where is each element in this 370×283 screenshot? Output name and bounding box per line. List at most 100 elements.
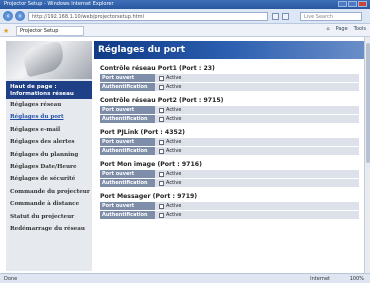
window-titlebar: Projector Setup - Windows Internet Explo… bbox=[0, 0, 370, 9]
row-value: Active bbox=[155, 211, 359, 219]
sidebar-menu: Réglages réseau Réglages du port Réglages … bbox=[6, 99, 92, 235]
vertical-scrollbar[interactable] bbox=[364, 37, 370, 273]
row-value: Active bbox=[155, 106, 359, 114]
row-value: Active bbox=[155, 202, 359, 210]
sidebar-item[interactable]: Réglages e-mail bbox=[6, 124, 92, 136]
row-value: Active bbox=[155, 147, 359, 155]
port-section: Port Messager (Port : 9719) Port ouvert Ac… bbox=[94, 193, 364, 219]
active-checkbox[interactable] bbox=[159, 180, 164, 186]
active-label: Active bbox=[166, 139, 182, 145]
active-label: Active bbox=[166, 116, 182, 122]
sidebar-item[interactable]: Redémarrage du réseau bbox=[6, 223, 92, 235]
port-open-row: Port ouvert Active bbox=[100, 170, 364, 178]
active-label: Active bbox=[166, 148, 182, 154]
security-zone: Internet bbox=[310, 276, 330, 282]
port-open-row: Port ouvert Active bbox=[100, 106, 364, 114]
sidebar-item[interactable]: Commande du projecteur bbox=[6, 186, 92, 198]
zoom-level[interactable]: 100% bbox=[350, 276, 364, 282]
authentication-row: Authentification Active bbox=[100, 115, 364, 123]
section-title: Contrôle réseau Port1 (Port : 23) bbox=[100, 65, 215, 72]
search-input[interactable]: Live Search bbox=[300, 12, 362, 21]
port-open-row: Port ouvert Active bbox=[100, 138, 364, 146]
active-label: Active bbox=[166, 180, 182, 186]
section-title: Contrôle réseau Port2 (Port : 9715) bbox=[100, 97, 224, 104]
browser-toolbar: ★ Projector Setup ⌂ Page Tools bbox=[0, 24, 370, 37]
window-controls bbox=[338, 1, 367, 7]
favorites-star-icon[interactable]: ★ bbox=[3, 27, 9, 35]
url-input[interactable]: http://192.168.1.10/web/projectorsetup.h… bbox=[28, 12, 268, 21]
port-section: Port Mon image (Port : 9716) Port ouvert A… bbox=[94, 161, 364, 187]
section-title: Port Messager (Port : 9719) bbox=[100, 193, 198, 200]
active-checkbox[interactable] bbox=[159, 203, 164, 209]
logo-graphic bbox=[21, 40, 67, 78]
row-label: Port ouvert bbox=[100, 106, 155, 114]
tools-menu[interactable]: Tools bbox=[354, 26, 366, 32]
sidebar-item[interactable]: Commande à distance bbox=[6, 198, 92, 210]
row-value: Active bbox=[155, 74, 359, 82]
sidebar-item[interactable]: Réglages du planning bbox=[6, 149, 92, 161]
sidebar-item[interactable]: Réglages des alertes bbox=[6, 136, 92, 148]
port-open-row: Port ouvert Active bbox=[100, 74, 364, 82]
stop-icon[interactable] bbox=[282, 13, 289, 20]
section-title: Port Mon image (Port : 9716) bbox=[100, 161, 202, 168]
row-label: Authentification bbox=[100, 179, 155, 187]
authentication-row: Authentification Active bbox=[100, 147, 364, 155]
active-checkbox[interactable] bbox=[159, 139, 164, 145]
status-bar: Done Internet 100% bbox=[0, 273, 370, 283]
active-label: Active bbox=[166, 75, 182, 81]
browser-tab[interactable]: Projector Setup bbox=[16, 26, 84, 36]
sidebar-home-link[interactable]: Haut de page : Informations réseau bbox=[6, 81, 92, 99]
active-checkbox[interactable] bbox=[159, 171, 164, 177]
row-value: Active bbox=[155, 170, 359, 178]
port-section: Contrôle réseau Port1 (Port : 23) Port ou… bbox=[94, 65, 364, 91]
sidebar-item[interactable]: Réglages du port bbox=[6, 111, 92, 123]
row-value: Active bbox=[155, 138, 359, 146]
page-title: Réglages du port bbox=[94, 41, 364, 59]
active-checkbox[interactable] bbox=[159, 148, 164, 154]
active-checkbox[interactable] bbox=[159, 212, 164, 218]
sidebar-item[interactable]: Réglages Date/Heure bbox=[6, 161, 92, 173]
authentication-row: Authentification Active bbox=[100, 83, 364, 91]
row-value: Active bbox=[155, 115, 359, 123]
active-label: Active bbox=[166, 212, 182, 218]
toolbar-tools: ⌂ Page Tools bbox=[326, 26, 366, 32]
row-value: Active bbox=[155, 83, 359, 91]
active-label: Active bbox=[166, 84, 182, 90]
page-content: Haut de page : Informations réseau Régla… bbox=[0, 37, 370, 273]
row-label: Port ouvert bbox=[100, 74, 155, 82]
sidebar-item[interactable]: Réglages de sécurité bbox=[6, 173, 92, 185]
home-icon[interactable]: ⌂ bbox=[326, 26, 329, 32]
status-text: Done bbox=[4, 276, 18, 282]
address-bar: ‹ › http://192.168.1.10/web/projectorset… bbox=[0, 9, 370, 24]
row-label: Authentification bbox=[100, 115, 155, 123]
active-checkbox[interactable] bbox=[159, 84, 164, 90]
sidebar-item[interactable]: Réglages réseau bbox=[6, 99, 92, 111]
window-title: Projector Setup - Windows Internet Explo… bbox=[4, 1, 114, 7]
row-label: Authentification bbox=[100, 147, 155, 155]
main-panel: Réglages du port Contrôle réseau Port1 (… bbox=[94, 41, 364, 271]
sidebar-item[interactable]: Statut du projecteur bbox=[6, 211, 92, 223]
active-label: Active bbox=[166, 171, 182, 177]
sidebar: Haut de page : Informations réseau Régla… bbox=[6, 40, 92, 271]
row-label: Authentification bbox=[100, 211, 155, 219]
refresh-icon[interactable] bbox=[272, 13, 279, 20]
port-open-row: Port ouvert Active bbox=[100, 202, 364, 210]
page-menu[interactable]: Page bbox=[336, 26, 348, 32]
close-button[interactable] bbox=[358, 1, 367, 7]
authentication-row: Authentification Active bbox=[100, 211, 364, 219]
row-label: Port ouvert bbox=[100, 170, 155, 178]
port-section: Port PJLink (Port : 4352) Port ouvert Acti… bbox=[94, 129, 364, 155]
row-label: Port ouvert bbox=[100, 138, 155, 146]
active-checkbox[interactable] bbox=[159, 75, 164, 81]
section-title: Port PJLink (Port : 4352) bbox=[100, 129, 185, 136]
back-button[interactable]: ‹ bbox=[3, 11, 13, 21]
maximize-button[interactable] bbox=[348, 1, 357, 7]
active-checkbox[interactable] bbox=[159, 116, 164, 122]
active-checkbox[interactable] bbox=[159, 107, 164, 113]
authentication-row: Authentification Active bbox=[100, 179, 364, 187]
forward-button[interactable]: › bbox=[15, 11, 25, 21]
scrollbar-thumb[interactable] bbox=[366, 43, 370, 163]
row-label: Port ouvert bbox=[100, 202, 155, 210]
logo bbox=[6, 40, 92, 79]
minimize-button[interactable] bbox=[338, 1, 347, 7]
